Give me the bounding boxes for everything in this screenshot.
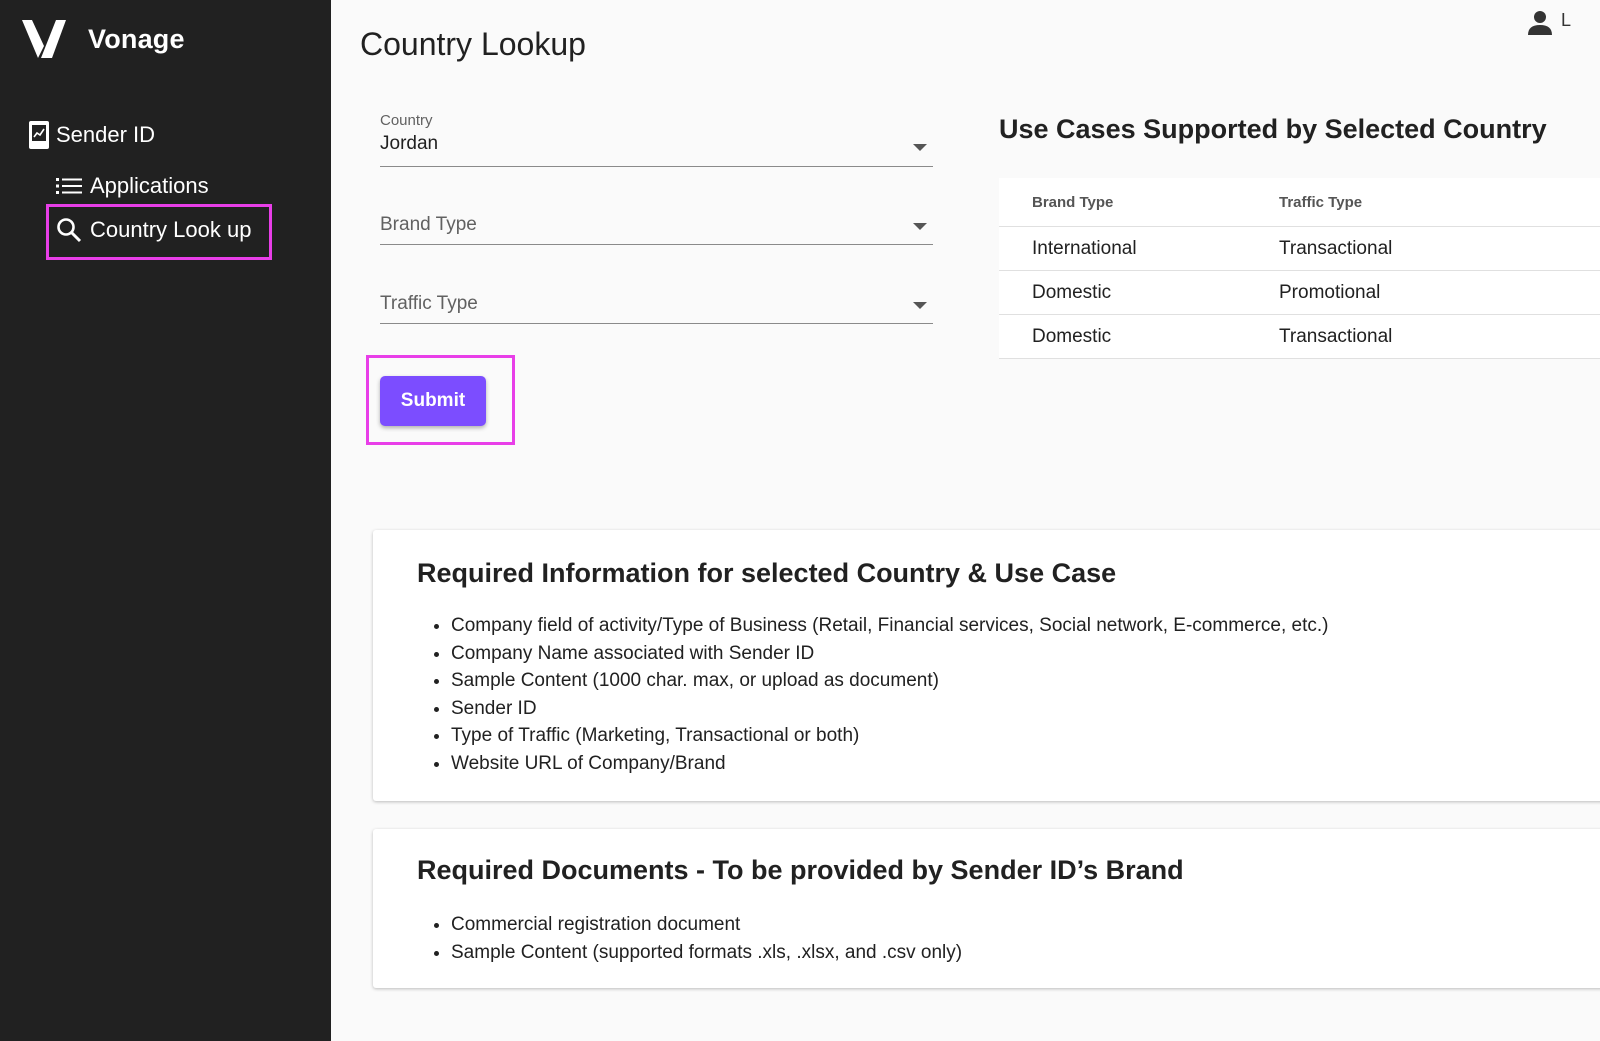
sender-id-icon: [28, 120, 50, 150]
traffic-type-select[interactable]: Traffic Type: [380, 293, 933, 324]
page-title: Country Lookup: [360, 26, 586, 62]
brand-name: Vonage: [88, 23, 185, 54]
required-info-title: Required Information for selected Countr…: [417, 558, 1117, 588]
country-label: Country: [380, 112, 433, 129]
column-header: Brand Type: [999, 178, 1279, 227]
table-cell: Transactional: [1279, 226, 1600, 271]
country-select[interactable]: Country Jordan: [380, 112, 933, 167]
table-row: Domestic Transactional: [999, 314, 1600, 359]
list-icon: [56, 176, 82, 196]
country-value: Jordan: [380, 133, 439, 154]
required-info-list: Company field of activity/Type of Busine…: [417, 612, 1329, 777]
table-row: International Transactional: [999, 226, 1600, 271]
sidebar-item-label: Applications: [90, 173, 209, 198]
table-row: Domestic Promotional: [999, 270, 1600, 315]
sidebar-section-sender-id[interactable]: Sender ID: [28, 120, 155, 150]
list-item: Company field of activity/Type of Busine…: [451, 612, 1329, 640]
user-name[interactable]: L: [1561, 10, 1571, 31]
use-cases-title: Use Cases Supported by Selected Country: [999, 114, 1547, 144]
required-docs-card: Required Documents - To be provided by S…: [373, 829, 1600, 988]
list-item: Company Name associated with Sender ID: [451, 640, 1329, 668]
table-header-row: Brand Type Traffic Type: [999, 178, 1600, 227]
list-item: Type of Traffic (Marketing, Transactiona…: [451, 722, 1329, 750]
list-item: Sample Content (supported formats .xls, …: [451, 939, 962, 967]
required-info-card: Required Information for selected Countr…: [373, 530, 1600, 801]
list-item: Website URL of Company/Brand: [451, 750, 1329, 778]
sidebar: Vonage Sender ID Applications Country Lo…: [0, 0, 331, 1041]
list-item: Sender ID: [451, 695, 1329, 723]
table-cell: Domestic: [999, 270, 1279, 315]
dropdown-arrow-icon: [913, 223, 927, 230]
vonage-logo[interactable]: Vonage: [22, 18, 185, 60]
brand-type-placeholder: Brand Type: [380, 214, 477, 235]
dropdown-arrow-icon: [913, 302, 927, 309]
brand-type-select[interactable]: Brand Type: [380, 214, 933, 245]
sidebar-item-applications[interactable]: Applications: [56, 173, 209, 199]
sidebar-section-label: Sender ID: [56, 122, 156, 147]
highlight-box: [46, 204, 272, 260]
user-icon[interactable]: [1526, 10, 1554, 41]
traffic-type-placeholder: Traffic Type: [380, 293, 478, 314]
use-cases-table: Brand Type Traffic Type International Tr…: [999, 178, 1600, 359]
list-item: Sample Content (1000 char. max, or uploa…: [451, 667, 1329, 695]
table-cell: Promotional: [1279, 270, 1600, 315]
column-header: Traffic Type: [1279, 178, 1600, 227]
table-cell: Domestic: [999, 314, 1279, 359]
dropdown-arrow-icon: [913, 144, 927, 151]
table-cell: Transactional: [1279, 314, 1600, 359]
table-cell: International: [999, 226, 1279, 271]
highlight-box: [366, 355, 515, 445]
list-item: Commercial registration document: [451, 911, 962, 939]
vonage-v-icon: [22, 20, 66, 58]
required-docs-list: Commercial registration document Sample …: [417, 911, 962, 966]
required-docs-title: Required Documents - To be provided by S…: [417, 855, 1184, 885]
